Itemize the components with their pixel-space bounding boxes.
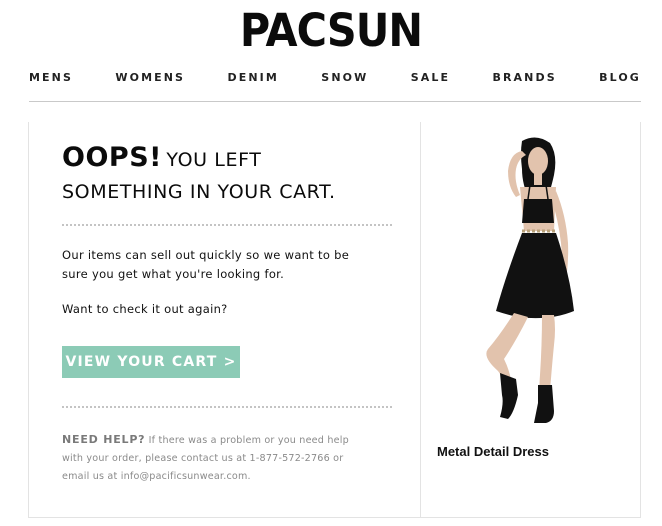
help-title: NEED HELP? [62, 433, 146, 446]
nav-item-denim[interactable]: DENIM [228, 71, 279, 91]
pacsun-logo[interactable]: PACSUN [26, 4, 635, 57]
help-line-3: email us at info@pacificsunwear.com. [62, 471, 251, 482]
help-line-2: with your order, please contact us at 1-… [62, 453, 344, 464]
nav-item-blog[interactable]: BLOG [599, 71, 641, 91]
headline-oops: OOPS! [62, 142, 162, 173]
column-divider [420, 122, 421, 518]
headline-line-2: SOMETHING IN YOUR CART. [62, 181, 336, 203]
dotted-divider-bottom [62, 406, 392, 408]
model-left-boot [500, 373, 518, 419]
headline-line-1: YOU LEFT [166, 149, 262, 171]
nav-item-womens[interactable]: WOMENS [115, 71, 185, 91]
nav-item-sale[interactable]: SALE [411, 71, 450, 91]
view-cart-button[interactable]: VIEW YOUR CART > [62, 346, 240, 378]
message-body: Our items can sell out quickly so we wan… [62, 246, 392, 284]
nav-item-brands[interactable]: BRANDS [492, 71, 556, 91]
help-text: NEED HELP? If there was a problem or you… [62, 431, 392, 486]
model-right-boot [534, 385, 554, 423]
nav-item-snow[interactable]: SNOW [321, 71, 368, 91]
page-title: OOPS! YOU LEFT SOMETHING IN YOUR CART. [62, 143, 402, 209]
main-navigation: MENS WOMENS DENIM SNOW SALE BRANDS BLOG [29, 71, 641, 91]
dotted-divider-top [62, 224, 392, 226]
message-question: Want to check it out again? [62, 302, 228, 316]
message-body-line-2: sure you get what you're looking for. [62, 267, 285, 281]
model-left-leg [486, 313, 528, 385]
nav-divider [29, 101, 641, 102]
dress-model-image[interactable] [470, 135, 590, 425]
model-neck [534, 173, 542, 185]
product-name[interactable]: Metal Detail Dress [437, 444, 549, 459]
dress-bodice [522, 199, 554, 223]
model-right-leg [539, 315, 555, 391]
model-face [528, 147, 548, 175]
nav-item-mens[interactable]: MENS [29, 71, 73, 91]
message-body-line-1: Our items can sell out quickly so we wan… [62, 248, 350, 262]
help-line-1: If there was a problem or you need help [148, 435, 349, 446]
